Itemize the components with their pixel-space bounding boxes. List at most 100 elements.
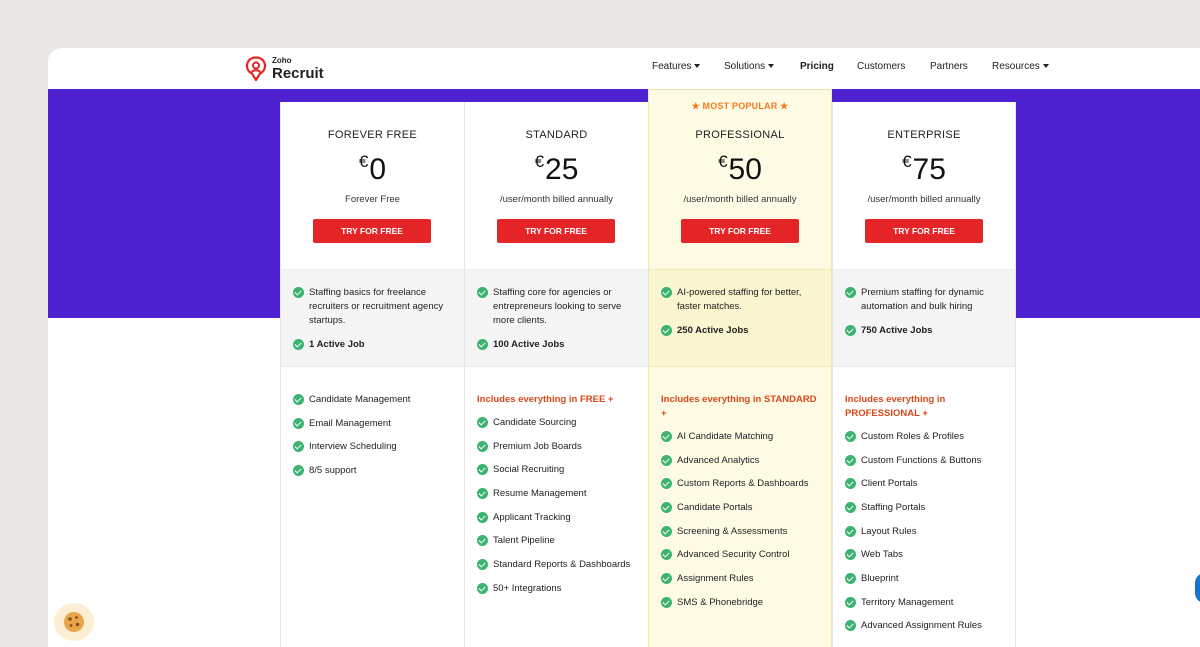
includes-heading: Includes everything in FREE + [477,394,614,405]
check-circle-icon [845,287,856,298]
feature-item: Client Portals [845,477,1007,491]
nav-solutions[interactable]: Solutions [724,61,775,72]
browser-page: Zoho Recruit Features Solutions Pricing … [48,48,1200,647]
check-circle-icon [293,339,304,350]
feature-item: Layout Rules [845,525,1007,539]
check-circle-icon [661,455,672,466]
chevron-down-icon [768,64,775,68]
feature-item: Web Tabs [845,548,1007,562]
try-for-free-button[interactable]: TRY FOR FREE [681,219,799,243]
feature-item: Email Management [293,417,456,431]
billing-text: /user/month billed annually [683,194,797,205]
nav-partners-label: Partners [930,61,968,72]
feature-text: Layout Rules [861,526,917,537]
billing-text: /user/month billed annually [499,194,613,205]
feature-item: Advanced Assignment Rules [845,619,1007,633]
plan-summary: Premium staffing for dynamic automation … [833,269,1015,367]
most-popular-badge: ★ MOST POPULAR ★ [691,101,789,111]
check-circle-icon [661,573,672,584]
check-circle-icon [477,464,488,475]
feature-item: Advanced Analytics [661,454,823,468]
feature-text: Screening & Assessments [677,526,788,537]
plan-name: STANDARD [525,129,588,141]
check-circle-icon [477,559,488,570]
plan-summary: Staffing basics for freelance recruiters… [281,269,464,367]
includes-heading: Includes everything in PROFESSIONAL + [845,394,946,419]
try-for-free-button[interactable]: TRY FOR FREE [313,219,431,243]
feature-text: Advanced Security Control [677,549,790,560]
check-circle-icon [477,441,488,452]
check-circle-icon [661,478,672,489]
billing-text: /user/month billed annually [867,194,981,205]
summary-item: Premium staffing for dynamic automation … [845,286,1007,314]
currency-symbol: € [358,152,369,171]
check-circle-icon [477,339,488,350]
plan-name: ENTERPRISE [887,129,961,141]
summary-item: AI-powered staffing for better, faster m… [661,286,823,314]
feature-text: Custom Functions & Buttons [861,455,982,466]
nav-partners[interactable]: Partners [930,61,968,72]
billing-text: Forever Free [345,194,400,205]
check-circle-icon [293,441,304,452]
nav-customers-label: Customers [857,61,906,72]
feature-item: Applicant Tracking [477,511,640,525]
feature-item: SMS & Phonebridge [661,596,823,610]
feature-text: SMS & Phonebridge [677,597,764,608]
nav-resources[interactable]: Resources [992,61,1049,72]
nav-pricing[interactable]: Pricing [800,61,834,72]
check-circle-icon [661,597,672,608]
plan-price: €0 [281,153,464,185]
feature-item: Custom Functions & Buttons [845,454,1007,468]
feature-item: Candidate Sourcing [477,416,640,430]
feature-text: Assignment Rules [677,573,754,584]
summary-text: Staffing basics for freelance recruiters… [309,287,444,326]
plan-price: €75 [833,153,1015,185]
price-value: 50 [728,153,762,186]
cookie-consent-button[interactable] [54,603,94,641]
check-circle-icon [845,502,856,513]
feature-item: Territory Management [845,596,1007,610]
plan-name: PROFESSIONAL [695,129,785,141]
try-for-free-button[interactable]: TRY FOR FREE [497,219,615,243]
check-circle-icon [477,512,488,523]
nav-customers[interactable]: Customers [857,61,905,72]
price-value: 25 [545,153,579,186]
brand-logo[interactable]: Zoho Recruit [245,54,324,84]
feature-item: Interview Scheduling [293,440,456,454]
feature-item: Social Recruiting [477,463,640,477]
check-circle-icon [845,325,856,336]
feature-text: Talent Pipeline [493,535,555,546]
check-circle-icon [845,431,856,442]
nav-features[interactable]: Features [652,61,701,72]
nav-features-label: Features [652,61,692,72]
summary-item: Staffing basics for freelance recruiters… [293,286,456,328]
feature-item: Assignment Rules [661,572,823,586]
check-circle-icon [293,394,304,405]
plan-price: €50 [649,153,831,185]
feature-item: Resume Management [477,487,640,501]
feature-text: Staffing Portals [861,502,926,513]
feature-text: Blueprint [861,573,899,584]
chat-widget-icon[interactable] [1195,573,1200,603]
feature-text: 8/5 support [309,465,357,476]
brand-small-text: Zoho [272,56,292,65]
plan-card-enterprise: ENTERPRISE €75 /user/month billed annual… [832,102,1016,647]
feature-text: Social Recruiting [493,464,565,475]
plan-card-standard: STANDARD €25 /user/month billed annually… [464,102,648,647]
check-circle-icon [477,583,488,594]
feature-item: Custom Roles & Profiles [845,430,1007,444]
check-circle-icon [477,535,488,546]
feature-item: Screening & Assessments [661,525,823,539]
check-circle-icon [845,478,856,489]
feature-text: Advanced Analytics [677,455,760,466]
feature-text: Premium Job Boards [493,441,582,452]
feature-item: Talent Pipeline [477,534,640,548]
plan-summary: AI-powered staffing for better, faster m… [649,269,831,367]
cookie-icon [64,612,84,632]
feature-item: Standard Reports & Dashboards [477,558,640,572]
try-for-free-button[interactable]: TRY FOR FREE [865,219,983,243]
feature-text: Applicant Tracking [493,512,571,523]
feature-item: Custom Reports & Dashboards [661,477,823,491]
nav-solutions-label: Solutions [724,61,766,72]
active-jobs-text: 100 Active Jobs [493,339,565,350]
